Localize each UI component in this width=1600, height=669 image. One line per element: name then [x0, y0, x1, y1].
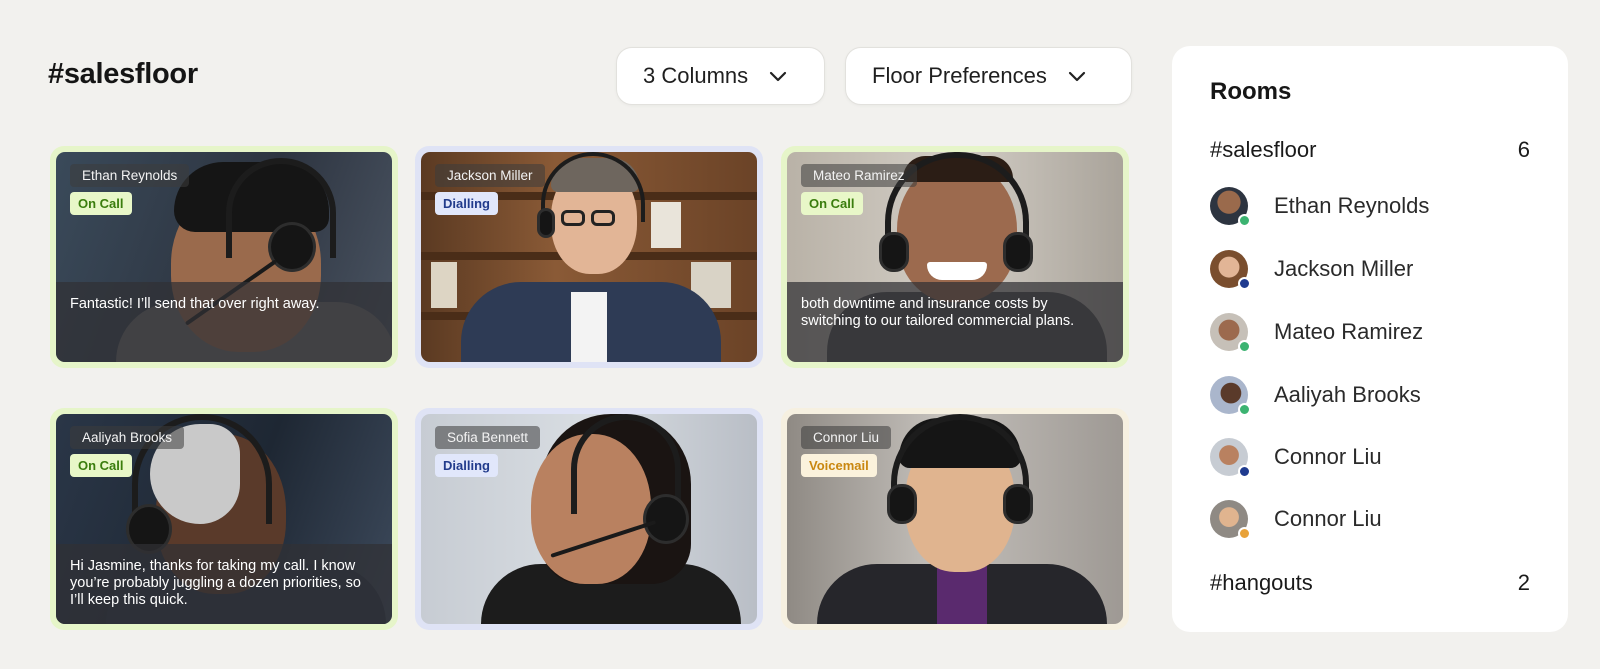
status-badge: On Call — [801, 192, 863, 215]
rooms-title: Rooms — [1210, 78, 1292, 105]
video-tile-sofia-bennett[interactable]: Sofia Bennett Dialling — [415, 408, 763, 630]
presence-dot — [1238, 277, 1251, 290]
participant-name-tag: Mateo Ramirez — [801, 164, 917, 187]
room-member[interactable]: Connor Liu — [1210, 437, 1382, 478]
presence-dot — [1238, 465, 1251, 478]
presence-dot — [1238, 340, 1251, 353]
chevron-down-icon — [768, 66, 788, 86]
room-name: #salesfloor — [1210, 137, 1317, 162]
status-badge: Dialling — [435, 454, 498, 477]
rooms-panel: Rooms #salesfloor 6 Ethan Reynolds Jacks… — [1172, 46, 1568, 632]
member-name: Jackson Miller — [1274, 256, 1414, 281]
member-name: Connor Liu — [1274, 444, 1382, 469]
room-member[interactable]: Aaliyah Brooks — [1210, 375, 1421, 416]
room-salesfloor[interactable]: #salesfloor 6 — [1210, 137, 1530, 163]
video-tile-jackson-miller[interactable]: Jackson Miller Dialling — [415, 146, 763, 368]
room-name: #hangouts — [1210, 570, 1313, 595]
columns-dropdown-label: 3 Columns — [643, 63, 749, 88]
transcript-caption: both downtime and insurance costs by swi… — [787, 282, 1123, 362]
participant-name-tag: Sofia Bennett — [435, 426, 541, 449]
status-badge: Dialling — [435, 192, 498, 215]
page-title: #salesfloor — [48, 58, 198, 90]
presence-dot — [1238, 403, 1251, 416]
status-badge: On Call — [70, 454, 132, 477]
room-member[interactable]: Mateo Ramirez — [1210, 312, 1424, 353]
member-name: Mateo Ramirez — [1274, 319, 1424, 344]
transcript-caption: Fantastic! I’ll send that over right awa… — [56, 282, 392, 362]
member-name: Aaliyah Brooks — [1274, 382, 1421, 407]
status-badge: On Call — [70, 192, 132, 215]
video-tile-aaliyah-brooks[interactable]: Aaliyah Brooks On Call Hi Jasmine, thank… — [50, 408, 398, 630]
columns-dropdown[interactable]: 3 Columns — [616, 47, 825, 105]
room-count: 2 — [1517, 570, 1530, 595]
participant-name-tag: Connor Liu — [801, 426, 892, 449]
floor-preferences-label: Floor Preferences — [872, 63, 1047, 88]
room-member[interactable]: Ethan Reynolds — [1210, 186, 1430, 227]
member-name: Connor Liu — [1274, 506, 1382, 531]
participant-name-tag: Ethan Reynolds — [70, 164, 190, 187]
floor-preferences-dropdown[interactable]: Floor Preferences — [845, 47, 1132, 105]
presence-dot — [1238, 527, 1251, 540]
video-tile-ethan-reynolds[interactable]: Ethan Reynolds On Call Fantastic! I’ll s… — [50, 146, 398, 368]
room-count: 6 — [1517, 137, 1530, 162]
participant-name-tag: Jackson Miller — [435, 164, 545, 187]
participant-name-tag: Aaliyah Brooks — [70, 426, 185, 449]
presence-dot — [1238, 214, 1251, 227]
status-badge: Voicemail — [801, 454, 877, 477]
video-tile-connor-liu[interactable]: Connor Liu Voicemail — [781, 408, 1129, 630]
chevron-down-icon — [1067, 66, 1087, 86]
transcript-caption: Hi Jasmine, thanks for taking my call. I… — [56, 544, 392, 624]
video-tile-mateo-ramirez[interactable]: Mateo Ramirez On Call both downtime and … — [781, 146, 1129, 368]
room-member[interactable]: Connor Liu — [1210, 499, 1382, 540]
member-name: Ethan Reynolds — [1274, 193, 1430, 218]
room-member[interactable]: Jackson Miller — [1210, 249, 1414, 290]
room-hangouts[interactable]: #hangouts 2 — [1210, 570, 1530, 596]
